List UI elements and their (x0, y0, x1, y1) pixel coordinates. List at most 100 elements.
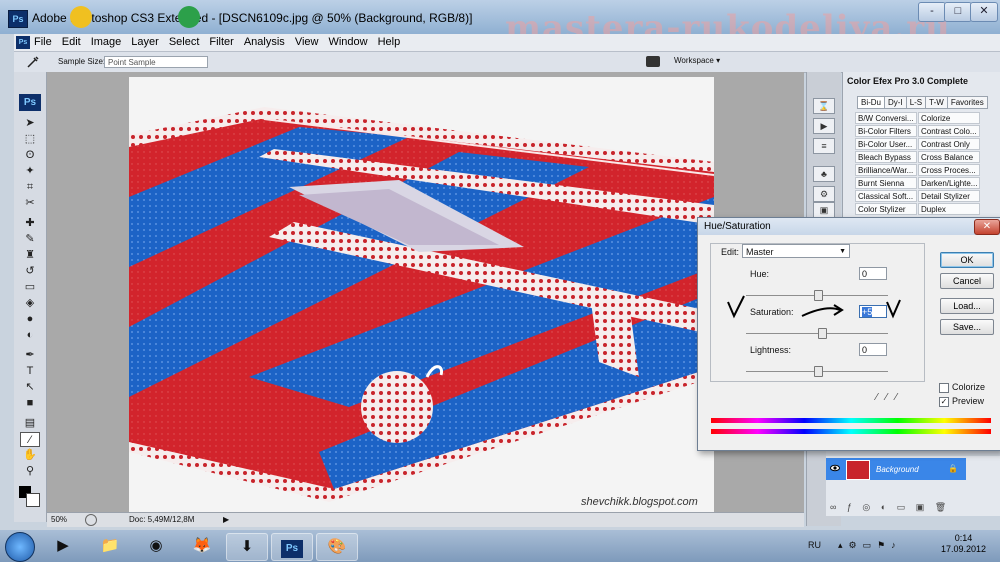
eyedropper-tools[interactable]: ⁄⁄⁄ (876, 392, 905, 403)
clone-source-panel-icon[interactable]: ♣ (813, 166, 835, 182)
lightness-slider-thumb[interactable] (814, 366, 823, 377)
efex-filter-item[interactable]: B/W Conversi... (855, 112, 917, 124)
efex-filter-item[interactable]: Burnt Sienna (855, 177, 917, 189)
saturation-slider-thumb[interactable] (818, 328, 827, 339)
ok-button[interactable]: OK (940, 252, 994, 268)
load-button[interactable]: Load... (940, 298, 994, 314)
efex-filter-item[interactable]: Colorize (918, 112, 980, 124)
menu-file[interactable]: File (34, 36, 52, 48)
efex-filter-item[interactable]: Detail Stylizer (918, 190, 980, 202)
efex-filter-item[interactable]: Color Stylizer (855, 203, 917, 215)
save-button[interactable]: Save... (940, 319, 994, 335)
zoom-tool-icon[interactable]: ⚲ (20, 464, 40, 479)
paint-icon[interactable]: 🎨 (316, 533, 358, 561)
installer-icon[interactable]: ⬇ (226, 533, 268, 561)
eyedropper-icon[interactable] (26, 55, 40, 69)
menu-layer[interactable]: Layer (131, 36, 159, 48)
measurement-panel-icon[interactable]: ≡ (813, 138, 835, 154)
menu-window[interactable]: Window (328, 36, 367, 48)
chrome-icon[interactable]: ◉ (136, 533, 176, 559)
minimize-button[interactable]: - (918, 2, 946, 22)
efex-filter-item[interactable]: Bi-Color Filters (855, 125, 917, 137)
hue-input[interactable]: 0 (859, 267, 887, 280)
type-tool-icon[interactable]: T (20, 364, 40, 379)
hand-tool-icon[interactable]: ✋ (20, 448, 40, 463)
move-tool-icon[interactable]: ➤ (20, 116, 40, 131)
cancel-button[interactable]: Cancel (940, 273, 994, 289)
menu-image[interactable]: Image (91, 36, 122, 48)
healing-brush-icon[interactable]: ✚ (20, 216, 40, 231)
tray-icons[interactable]: ▴⚙▭⚑♪ (838, 540, 902, 551)
efex-filter-item[interactable]: Classical Soft... (855, 190, 917, 202)
zoom-level[interactable]: 50% (51, 515, 67, 524)
actions-panel-icon[interactable]: ▶ (813, 118, 835, 134)
eraser-tool-icon[interactable]: ▭ (20, 280, 40, 295)
efex-filter-item[interactable]: Contrast Only (918, 138, 980, 150)
efex-filter-item[interactable]: Brilliance/War... (855, 164, 917, 176)
lightness-input[interactable]: 0 (859, 343, 887, 356)
crop-tool-icon[interactable]: ⌗ (20, 180, 40, 195)
hue-label: Hue: (750, 269, 770, 279)
menu-analysis[interactable]: Analysis (244, 36, 285, 48)
menu-help[interactable]: Help (378, 36, 401, 48)
status-info-icon[interactable] (85, 514, 97, 526)
brush-tool-icon[interactable]: ✎ (20, 232, 40, 247)
status-menu-arrow-icon[interactable]: ▶ (223, 515, 229, 524)
menu-filter[interactable]: Filter (209, 36, 233, 48)
efex-filter-item[interactable]: Darken/Lighte... (918, 177, 980, 189)
firefox-icon[interactable]: 🦊 (182, 533, 222, 559)
workspace-menu[interactable]: Workspace ▾ (674, 56, 720, 65)
sample-size-select[interactable]: Point Sample (104, 56, 208, 68)
language-indicator[interactable]: RU (808, 540, 821, 550)
paint-bucket-icon[interactable]: ◈ (20, 296, 40, 311)
colorize-checkbox[interactable] (939, 383, 949, 393)
history-brush-icon[interactable]: ↺ (20, 264, 40, 279)
clone-stamp-icon[interactable]: ♜ (20, 248, 40, 263)
saturation-slider-track[interactable] (746, 333, 888, 334)
layer-thumbnail (846, 460, 870, 480)
efex-filter-item[interactable]: Bi-Color User... (855, 138, 917, 150)
efex-tab[interactable]: T-W (925, 96, 948, 109)
marquee-tool-icon[interactable]: ⬚ (20, 132, 40, 147)
file-explorer-icon[interactable]: 📁 (90, 533, 130, 559)
edit-channel-select[interactable]: Master ▼ (742, 244, 850, 258)
efex-filter-item[interactable]: Bleach Bypass (855, 151, 917, 163)
media-player-icon[interactable]: ▶ (43, 533, 83, 559)
layer-comps-panel-icon[interactable]: ▣ (813, 202, 835, 218)
tool-presets-panel-icon[interactable]: ⚙ (813, 186, 835, 202)
eyedropper-tool-icon[interactable]: ⁄ (20, 432, 40, 447)
system-clock[interactable]: 0:14 17.09.2012 (941, 533, 986, 555)
efex-tab[interactable]: Favorites (946, 96, 988, 109)
efex-tab[interactable]: Bi-Du (857, 96, 886, 109)
history-panel-icon[interactable]: ⌛ (813, 98, 835, 114)
brush-panel-icon[interactable] (646, 56, 660, 67)
menu-select[interactable]: Select (169, 36, 200, 48)
photoshop-taskbar-icon[interactable]: Ps (271, 533, 313, 561)
path-select-icon[interactable]: ↖ (20, 380, 40, 395)
preview-checkbox[interactable]: ✓ (939, 397, 949, 407)
close-window-button[interactable]: ✕ (970, 2, 998, 22)
notes-tool-icon[interactable]: ▤ (20, 416, 40, 431)
pen-tool-icon[interactable]: ✒ (20, 348, 40, 363)
shape-tool-icon[interactable]: ■ (20, 396, 40, 411)
restore-button[interactable]: □ (944, 2, 972, 22)
blur-tool-icon[interactable]: ● (20, 312, 40, 327)
menu-edit[interactable]: Edit (62, 36, 81, 48)
start-button[interactable] (5, 532, 35, 562)
menu-view[interactable]: View (295, 36, 319, 48)
dodge-tool-icon[interactable]: ◐ (20, 328, 40, 343)
layers-footer-icons[interactable]: ∞ ƒ ◎ ◐ ▭ ▣ 🗑 (830, 502, 950, 513)
efex-tab[interactable]: Dy-I (884, 96, 907, 109)
visibility-eye-icon[interactable] (830, 463, 840, 473)
efex-filter-item[interactable]: Duplex (918, 203, 980, 215)
efex-tab[interactable]: L-S (905, 96, 927, 109)
dialog-close-button[interactable]: ✕ (974, 219, 1000, 235)
slice-tool-icon[interactable]: ✂ (20, 196, 40, 211)
efex-filter-item[interactable]: Contrast Colo... (918, 125, 980, 137)
efex-filter-item[interactable]: Cross Balance (918, 151, 980, 163)
background-color-swatch[interactable] (26, 493, 40, 507)
magic-wand-tool-icon[interactable]: ✦ (20, 164, 40, 179)
efex-filter-item[interactable]: Cross Proces... (918, 164, 980, 176)
document-canvas[interactable] (129, 77, 714, 512)
lasso-tool-icon[interactable]: ʘ (20, 148, 40, 163)
